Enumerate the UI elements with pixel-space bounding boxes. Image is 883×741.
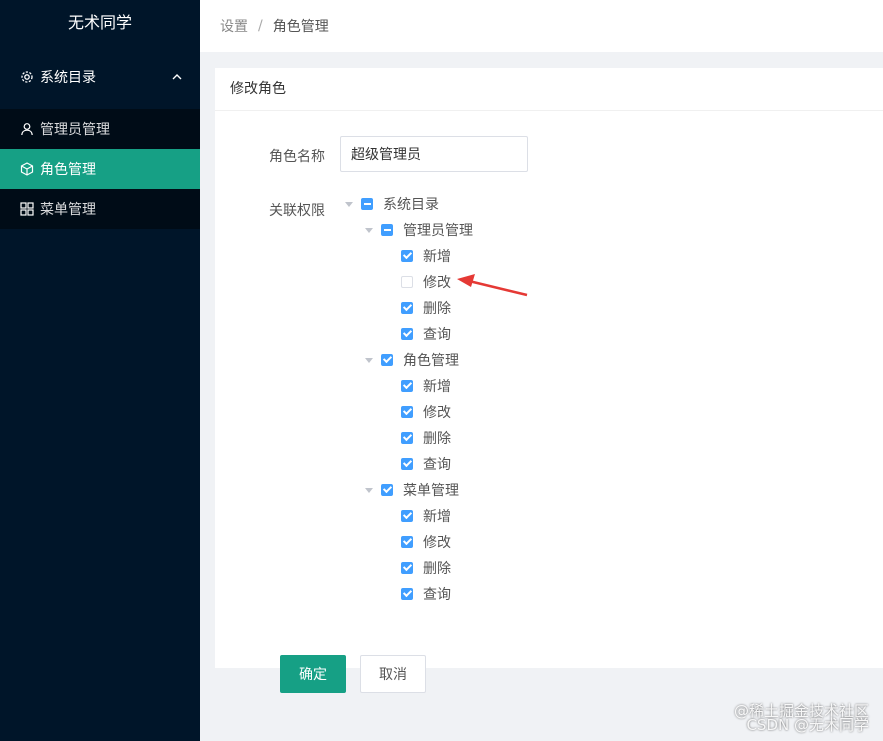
tree-leaf-label: 修改 [423,535,451,551]
checkbox-checked[interactable] [401,432,413,444]
tree-node-label: 管理员管理 [403,223,473,239]
tree-node-menu[interactable]: 菜单管理 [345,477,473,503]
watermark-csdn: CSDN @无术同学 [746,716,869,734]
caret-down-icon[interactable] [365,227,373,233]
user-icon [20,122,34,136]
permission-label: 关联权限 [269,203,325,219]
menu-group-system[interactable]: 系统目录 [0,45,200,109]
tree-leaf-label: 查询 [423,457,451,473]
tree-leaf-label: 新增 [423,249,451,265]
sidebar: 无术同学 系统目录 管理员管理 角色管理 菜单管理 [0,0,200,741]
checkbox-checked[interactable] [401,250,413,262]
checkbox-checked[interactable] [401,536,413,548]
sidebar-item-label: 菜单管理 [40,202,96,218]
tree-leaf-label: 修改 [423,405,451,421]
caret-down-icon[interactable] [365,357,373,363]
card-title: 修改角色 [215,68,883,111]
caret-down-icon[interactable] [365,487,373,493]
caret-down-icon[interactable] [345,201,353,207]
checkbox-checked[interactable] [381,354,393,366]
tree-node-role[interactable]: 角色管理 [345,347,473,373]
sidebar-item-menu[interactable]: 菜单管理 [0,189,200,229]
tree-leaf[interactable]: 修改 [345,529,473,555]
breadcrumb: 设置 / 角色管理 [200,0,883,52]
tree-leaf[interactable]: 新增 [345,503,473,529]
checkbox-indeterminate[interactable] [381,224,393,236]
submenu: 管理员管理 角色管理 菜单管理 [0,109,200,229]
checkbox-checked[interactable] [401,302,413,314]
sidebar-item-role[interactable]: 角色管理 [0,149,200,189]
breadcrumb-root[interactable]: 设置 [220,16,248,36]
checkbox-unchecked[interactable] [401,276,413,288]
tree-leaf[interactable]: 新增 [345,243,473,269]
tree-leaf-label: 删除 [423,431,451,447]
confirm-button[interactable]: 确定 [280,655,346,693]
cube-icon [20,162,34,176]
red-arrow-icon [457,274,528,297]
tree-node-label: 系统目录 [383,197,439,213]
sidebar-item-label: 角色管理 [40,162,96,178]
permission-tree: 系统目录 管理员管理 新增 修改 删除 查询 角色管理 新增 修改 删除 查询 … [345,191,473,607]
cancel-button[interactable]: 取消 [360,655,426,693]
tree-leaf[interactable]: 修改 [345,269,473,295]
role-name-label: 角色名称 [269,149,325,165]
grid-icon [20,202,34,216]
app-logo: 无术同学 [67,13,132,32]
role-name-input[interactable]: 超级管理员 [340,136,528,172]
edit-role-card: 修改角色 角色名称 超级管理员 关联权限 系统目录 管理员管理 新增 修改 删除… [215,68,883,668]
tree-leaf-label: 查询 [423,327,451,343]
checkbox-checked[interactable] [401,510,413,522]
checkbox-checked[interactable] [401,562,413,574]
breadcrumb-separator: / [258,18,263,34]
checkbox-checked[interactable] [401,458,413,470]
tree-leaf[interactable]: 新增 [345,373,473,399]
menu-group-label: 系统目录 [40,70,96,86]
sidebar-item-label: 管理员管理 [40,122,110,138]
chevron-up-icon[interactable] [170,70,184,84]
tree-leaf[interactable]: 删除 [345,425,473,451]
tree-leaf[interactable]: 查询 [345,581,473,607]
checkbox-checked[interactable] [401,328,413,340]
gear-icon [20,70,34,84]
tree-leaf[interactable]: 删除 [345,555,473,581]
tree-leaf[interactable]: 删除 [345,295,473,321]
tree-node-label: 菜单管理 [403,483,459,499]
checkbox-checked[interactable] [381,484,393,496]
tree-leaf-label: 修改 [423,275,451,291]
breadcrumb-current: 角色管理 [272,19,329,35]
main-area: 设置 / 角色管理 修改角色 角色名称 超级管理员 关联权限 系统目录 管理员管… [200,0,883,741]
checkbox-indeterminate[interactable] [361,198,373,210]
checkbox-checked[interactable] [401,380,413,392]
tree-leaf-label: 删除 [423,301,451,317]
tree-leaf[interactable]: 查询 [345,451,473,477]
checkbox-checked[interactable] [401,588,413,600]
tree-leaf[interactable]: 查询 [345,321,473,347]
tree-node-root[interactable]: 系统目录 [345,191,473,217]
sidebar-item-admin[interactable]: 管理员管理 [0,109,200,149]
checkbox-checked[interactable] [401,406,413,418]
tree-leaf-label: 新增 [423,509,451,525]
tree-leaf-label: 新增 [423,379,451,395]
tree-leaf[interactable]: 修改 [345,399,473,425]
role-name-value: 超级管理员 [351,147,421,163]
tree-node-admin[interactable]: 管理员管理 [345,217,473,243]
tree-node-label: 角色管理 [403,353,459,369]
tree-leaf-label: 查询 [423,587,451,603]
tree-leaf-label: 删除 [423,561,451,577]
